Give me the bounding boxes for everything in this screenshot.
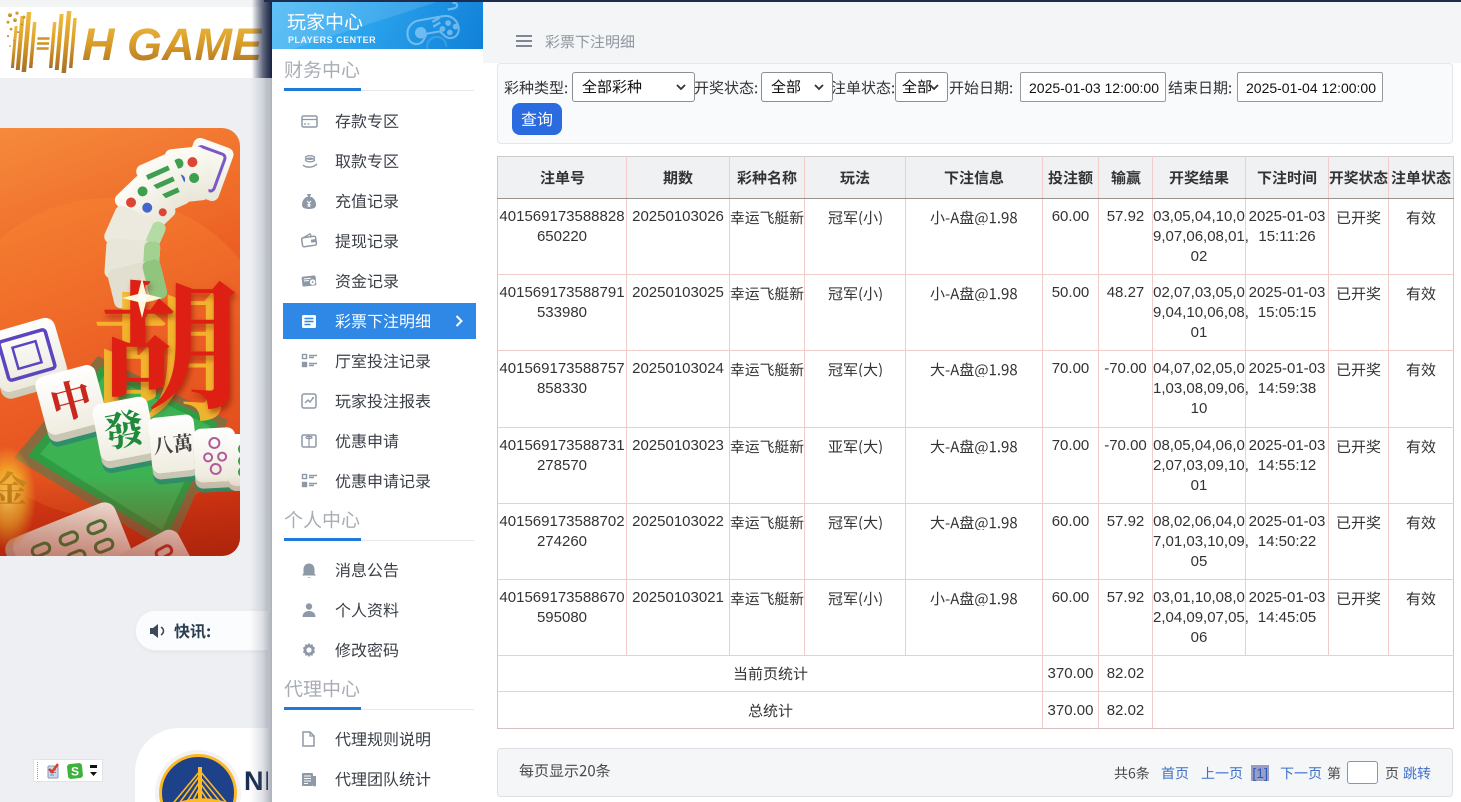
svg-text:S: S	[71, 764, 79, 778]
svg-text:H GAME: H GAME	[82, 19, 262, 70]
